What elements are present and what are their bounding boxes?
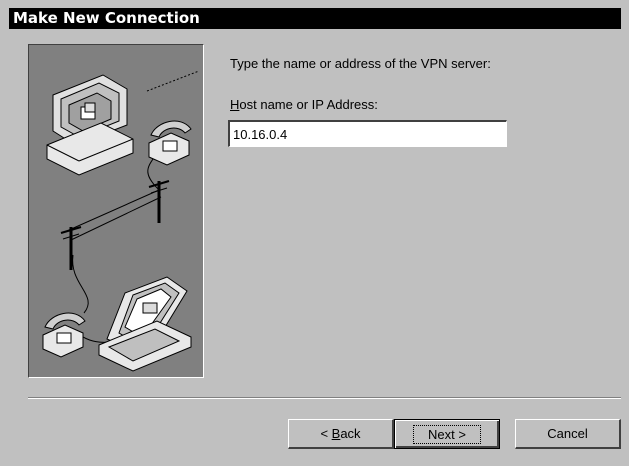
- wizard-window: Make New Connection Type the name or add…: [0, 0, 629, 466]
- cancel-label: Cancel: [547, 426, 588, 441]
- wizard-illustration: [28, 44, 204, 378]
- next-button[interactable]: Next >: [394, 419, 500, 449]
- telephone-pole-icon: [60, 180, 170, 270]
- host-label-accelerator: H: [230, 97, 240, 112]
- telephone-icon: [42, 312, 86, 358]
- button-separator: [28, 397, 621, 399]
- next-label: Next >: [413, 424, 481, 444]
- computer-icon: [46, 74, 134, 176]
- host-label-text: ost name or IP Address:: [239, 97, 378, 112]
- back-label: ack: [340, 426, 361, 441]
- title-bar[interactable]: Make New Connection: [9, 8, 621, 29]
- cancel-button[interactable]: Cancel: [515, 419, 621, 449]
- back-prefix: <: [320, 426, 332, 441]
- connection-illustration: [42, 70, 200, 372]
- host-field-label: Host name or IP Address:: [230, 97, 378, 112]
- window-title: Make New Connection: [13, 9, 200, 27]
- telephone-icon: [148, 120, 192, 166]
- host-address-input[interactable]: [228, 120, 507, 147]
- laptop-icon: [98, 276, 192, 372]
- back-button[interactable]: < Back: [288, 419, 394, 449]
- server-prompt: Type the name or address of the VPN serv…: [230, 56, 491, 71]
